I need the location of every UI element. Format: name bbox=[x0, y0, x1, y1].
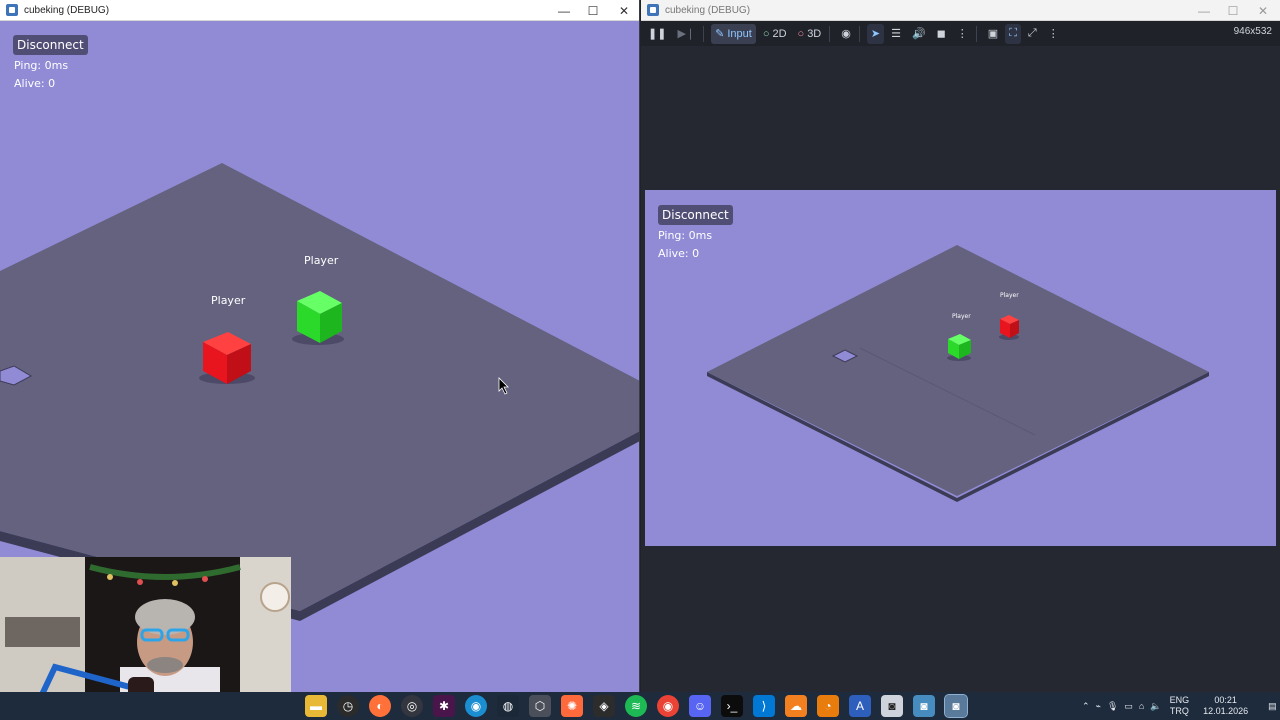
disconnect-button[interactable]: Disconnect bbox=[13, 35, 88, 55]
resolution-label: 946x532 bbox=[1233, 26, 1272, 37]
player-label: Player bbox=[952, 313, 971, 320]
input-label: Input bbox=[727, 27, 752, 40]
more-icon[interactable]: ⋮ bbox=[953, 24, 972, 44]
clock-time: 00:21 bbox=[1214, 695, 1237, 705]
minimize-button[interactable]: — bbox=[549, 0, 579, 21]
figma-icon[interactable]: ◈ bbox=[593, 695, 615, 717]
chevron-up-icon[interactable]: ⌃ bbox=[1082, 701, 1090, 712]
slack-icon[interactable]: ✱ bbox=[433, 695, 455, 717]
window-titlebar[interactable]: cubeking (DEBUG) — ☐ ✕ bbox=[0, 0, 639, 21]
microphone-icon[interactable]: 🎙 bbox=[1107, 701, 1118, 712]
embed-icon[interactable]: ▣ bbox=[984, 24, 1002, 44]
disconnect-button[interactable]: Disconnect bbox=[658, 205, 733, 225]
speaker-icon[interactable]: 🔊 bbox=[908, 24, 930, 44]
language-label: ENG bbox=[1169, 695, 1190, 705]
godot-editor-icon[interactable]: ◙ bbox=[913, 695, 935, 717]
taskbar: ▬ ◷ ◐ ◎ ✱ ◉ ◍ ⬡ ✺ ◈ ≋ ◉ ☺ ›_ ⟩ ☁ ◔ A ◙ ◙… bbox=[0, 692, 1280, 720]
firefox-icon[interactable]: ◐ bbox=[369, 695, 391, 717]
usb-icon[interactable]: ⌁ bbox=[1096, 701, 1101, 712]
clock-date: 12.01.2026 bbox=[1203, 706, 1249, 716]
vscode-icon[interactable]: ⟩ bbox=[753, 695, 775, 717]
ping-readout: Ping: 0ms bbox=[658, 229, 713, 242]
volume-icon[interactable]: 🔈 bbox=[1150, 701, 1161, 712]
input-toggle[interactable]: ✎ Input bbox=[711, 23, 756, 44]
app-icon bbox=[647, 4, 659, 16]
steam-icon[interactable]: ◍ bbox=[497, 695, 519, 717]
notifications-icon[interactable]: ▤ bbox=[1268, 701, 1277, 712]
player-label: Player bbox=[304, 254, 339, 267]
godot-game-icon[interactable]: ◙ bbox=[944, 694, 968, 718]
network-icon[interactable]: ⌂ bbox=[1139, 701, 1144, 711]
app-a-icon[interactable]: A bbox=[849, 695, 871, 717]
maximize-button[interactable]: ☐ bbox=[1218, 0, 1248, 21]
embedded-game-viewport[interactable]: Player Player Disconnect Ping: 0ms Alive… bbox=[645, 190, 1276, 546]
alive-readout: Alive: 0 bbox=[14, 77, 56, 90]
region-label: TRQ bbox=[1169, 706, 1189, 716]
mode-2d-label: 2D bbox=[772, 27, 787, 40]
alive-readout: Alive: 0 bbox=[658, 247, 700, 260]
player-label: Player bbox=[1000, 292, 1019, 299]
player-label: Player bbox=[211, 294, 246, 307]
circle-2d-icon: ○ bbox=[762, 27, 770, 40]
game-window-right[interactable]: cubeking (DEBUG) — ☐ ✕ ❚❚ ▶❘ ✎ Input ○ 2… bbox=[641, 0, 1280, 692]
cloudflare-icon[interactable]: ☁ bbox=[785, 695, 807, 717]
camera-icon[interactable]: ◼ bbox=[933, 24, 950, 44]
close-button[interactable]: ✕ bbox=[609, 0, 639, 21]
fullscreen-icon[interactable]: ⤢ bbox=[1024, 24, 1041, 44]
circle-3d-icon: ○ bbox=[797, 27, 805, 40]
floor bbox=[707, 245, 1209, 496]
display-icon[interactable]: ▭ bbox=[1124, 701, 1133, 712]
unity-icon[interactable]: ⬡ bbox=[529, 695, 551, 717]
close-button[interactable]: ✕ bbox=[1248, 0, 1278, 21]
game-toolbar: ❚❚ ▶❘ ✎ Input ○ 2D ○ 3D ◉ ➤ ☰ 🔊 ◼ ⋮ ▣ ⛶ … bbox=[641, 21, 1280, 46]
clock-app-icon[interactable]: ◷ bbox=[337, 695, 359, 717]
maximize-button[interactable]: ☐ bbox=[578, 0, 608, 21]
window-title: cubeking (DEBUG) bbox=[665, 4, 751, 16]
claude-icon[interactable]: ✺ bbox=[561, 695, 583, 717]
pause-icon[interactable]: ❚❚ bbox=[644, 24, 670, 44]
system-tray: ⌃ ⌁ 🎙 ▭ ⌂ 🔈 ENG TRQ 00:21 12.01.2026 ▤ bbox=[1082, 692, 1277, 720]
window-title: cubeking (DEBUG) bbox=[24, 4, 110, 16]
fit-icon[interactable]: ⛶ bbox=[1005, 23, 1021, 44]
window-titlebar[interactable]: cubeking (DEBUG) — ☐ ✕ bbox=[641, 0, 1280, 21]
list-icon[interactable]: ☰ bbox=[887, 24, 905, 44]
more-options-icon[interactable]: ⋮ bbox=[1044, 24, 1063, 44]
signal-icon[interactable]: ◉ bbox=[465, 695, 487, 717]
obs-icon[interactable]: ◎ bbox=[401, 695, 423, 717]
player-cube-green bbox=[947, 334, 971, 361]
eye-icon[interactable]: ◉ bbox=[837, 24, 855, 44]
step-icon[interactable]: ▶❘ bbox=[673, 24, 699, 44]
chrome-icon[interactable]: ◉ bbox=[657, 695, 679, 717]
floor bbox=[0, 163, 639, 611]
discord-icon[interactable]: ☺ bbox=[689, 695, 711, 717]
mode-2d-button[interactable]: ○ 2D bbox=[759, 24, 791, 44]
godot-icon[interactable]: ◙ bbox=[881, 695, 903, 717]
joystick-icon: ✎ bbox=[715, 28, 725, 40]
minimize-button[interactable]: — bbox=[1189, 0, 1219, 21]
player-cube-red bbox=[999, 315, 1019, 340]
app-icon bbox=[6, 4, 18, 16]
select-cursor-icon[interactable]: ➤ bbox=[866, 23, 885, 44]
mode-3d-label: 3D bbox=[807, 27, 822, 40]
mode-3d-button[interactable]: ○ 3D bbox=[794, 24, 826, 44]
language-indicator[interactable]: ENG TRQ bbox=[1170, 695, 1190, 717]
spotify-icon[interactable]: ≋ bbox=[625, 695, 647, 717]
file-explorer-icon[interactable]: ▬ bbox=[305, 695, 327, 717]
clock[interactable]: 00:21 12.01.2026 bbox=[1203, 695, 1248, 717]
terminal-icon[interactable]: ›_ bbox=[721, 695, 743, 717]
game-scene bbox=[707, 245, 1209, 502]
blender-icon[interactable]: ◔ bbox=[817, 695, 839, 717]
ping-readout: Ping: 0ms bbox=[14, 59, 69, 72]
